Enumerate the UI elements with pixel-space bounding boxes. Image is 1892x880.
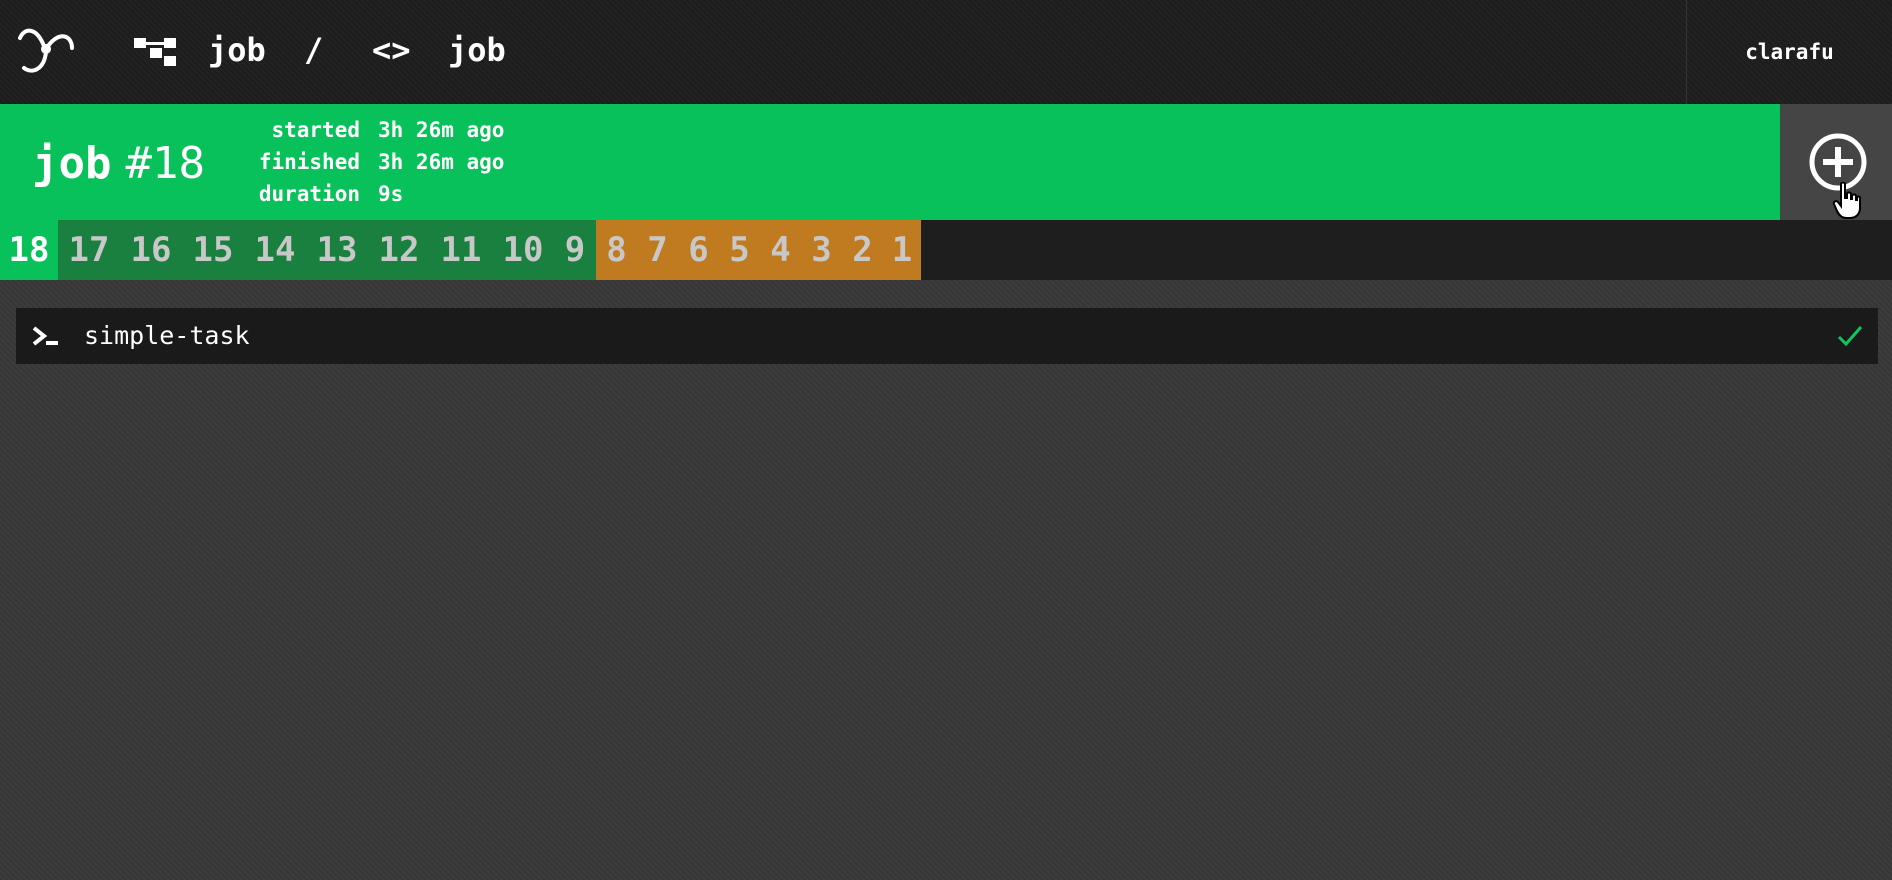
breadcrumb-separator: / [304, 31, 324, 69]
build-tab-17[interactable]: 17 [58, 220, 120, 280]
build-tab-14[interactable]: 14 [244, 220, 306, 280]
breadcrumb-pipeline[interactable]: job [208, 28, 266, 72]
build-title: job #18 [32, 136, 205, 192]
build-number: #18 [125, 138, 205, 189]
meta-key: duration [258, 182, 360, 206]
build-tab-4[interactable]: 4 [760, 220, 801, 280]
build-tab-12[interactable]: 12 [368, 220, 430, 280]
meta-value: 9s [378, 182, 404, 206]
build-tab-15[interactable]: 15 [182, 220, 244, 280]
user-menu[interactable]: clarafu [1686, 0, 1892, 104]
job-icon: <> [372, 31, 411, 69]
checkmark-icon [1837, 326, 1863, 347]
meta-row-started: started 3h 26m ago [254, 114, 504, 146]
build-tab-11[interactable]: 11 [430, 220, 492, 280]
build-meta: started 3h 26m ago finished 3h 26m ago d… [254, 114, 505, 210]
pipeline-icon [134, 38, 176, 66]
meta-key: started [271, 118, 360, 142]
meta-row-duration: duration 9s [254, 178, 504, 210]
step-name: simple-task [84, 321, 250, 350]
build-tab-7[interactable]: 7 [637, 220, 678, 280]
build-tab-9[interactable]: 9 [554, 220, 596, 280]
build-job-name[interactable]: job [32, 138, 111, 189]
build-tab-3[interactable]: 3 [801, 220, 842, 280]
build-tab-5[interactable]: 5 [719, 220, 760, 280]
build-tabs: 18 17 16 15 14 13 12 11 10 9 8 7 6 5 4 3… [0, 220, 1892, 280]
concourse-logo-icon[interactable] [14, 16, 78, 80]
trigger-build-area [1780, 104, 1892, 220]
build-tab-13[interactable]: 13 [306, 220, 368, 280]
username[interactable]: clarafu [1745, 40, 1834, 64]
breadcrumb-job[interactable]: job [448, 28, 506, 72]
meta-value: 3h 26m ago [378, 150, 505, 174]
step-row-simple-task[interactable]: simple-task [16, 308, 1878, 364]
build-tab-1[interactable]: 1 [883, 220, 921, 280]
meta-value: 3h 26m ago [378, 118, 505, 142]
build-tab-10[interactable]: 10 [492, 220, 554, 280]
top-bar: job / <> job clarafu [0, 0, 1892, 104]
build-header: job #18 started 3h 26m ago finished 3h 26… [0, 104, 1780, 220]
terminal-icon [32, 326, 58, 346]
build-tab-2[interactable]: 2 [842, 220, 883, 280]
meta-row-finished: finished 3h 26m ago [254, 146, 505, 178]
build-tab-18[interactable]: 18 [0, 220, 58, 280]
build-tab-16[interactable]: 16 [120, 220, 182, 280]
build-tab-6[interactable]: 6 [678, 220, 719, 280]
build-tab-8[interactable]: 8 [596, 220, 637, 280]
hand-cursor-icon [1832, 182, 1861, 219]
meta-key: finished [258, 150, 360, 174]
